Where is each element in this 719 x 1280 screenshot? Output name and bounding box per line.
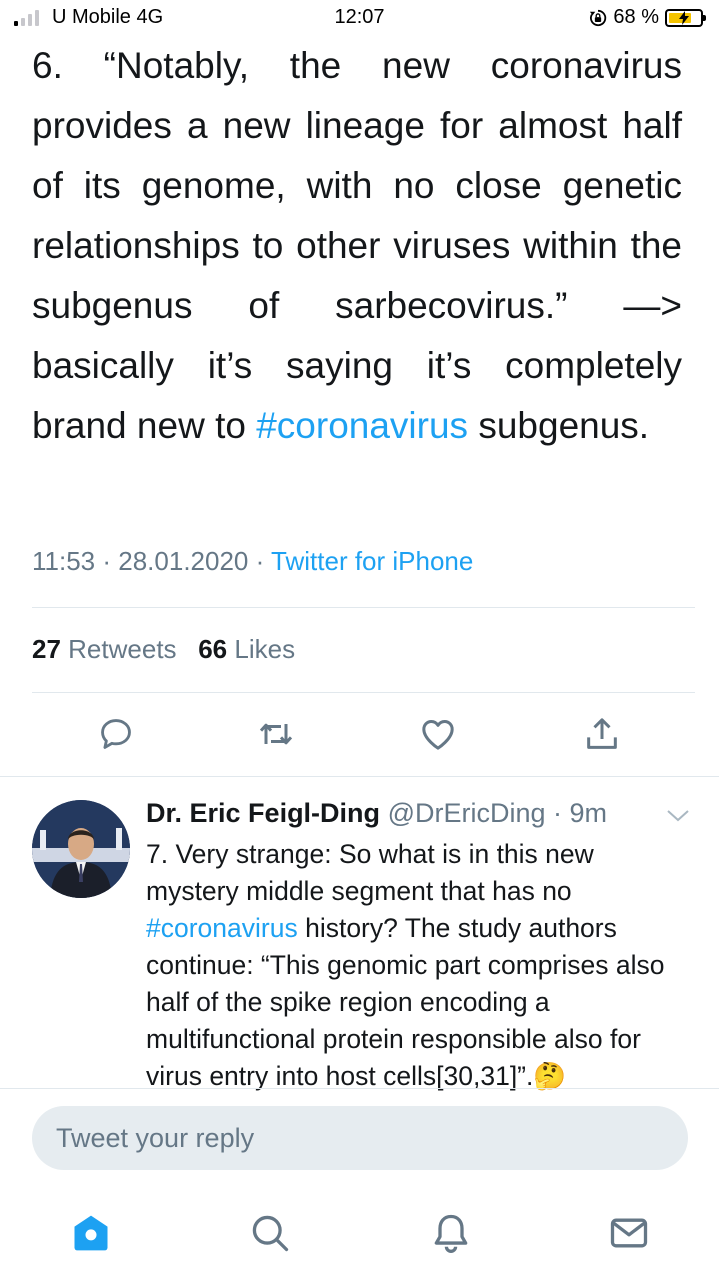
reply-compose-field[interactable] <box>32 1106 688 1170</box>
reply-header: Dr. Eric Feigl-Ding @DrEricDing · 9m <box>146 798 608 828</box>
battery-percent: 68 % <box>613 6 659 28</box>
reply-age: 9m <box>569 798 608 828</box>
tweet-stats: 27 Retweets 66 Likes <box>32 634 295 665</box>
share-button[interactable] <box>580 712 624 756</box>
thinking-face-emoji: 🤔 <box>533 1061 567 1091</box>
likes-stat[interactable]: 66 Likes <box>198 634 295 664</box>
tab-messages[interactable] <box>604 1208 654 1258</box>
retweet-button[interactable] <box>254 712 298 756</box>
hashtag-link[interactable]: #coronavirus <box>256 405 468 446</box>
notifications-icon <box>434 1214 468 1253</box>
like-button[interactable] <box>416 712 460 756</box>
author-name[interactable]: Dr. Eric Feigl-Ding <box>146 798 380 828</box>
rotation-lock-icon <box>590 9 607 26</box>
tab-home[interactable] <box>66 1208 116 1258</box>
share-icon <box>587 718 617 749</box>
tab-bar <box>0 1196 719 1280</box>
home-icon <box>74 1215 108 1251</box>
chevron-down-icon[interactable] <box>664 806 692 826</box>
tab-notifications[interactable] <box>426 1208 476 1258</box>
search-icon <box>252 1215 289 1252</box>
retweets-stat[interactable]: 27 Retweets <box>32 634 177 664</box>
hashtag-link[interactable]: #coronavirus <box>146 913 298 943</box>
tab-search[interactable] <box>245 1208 295 1258</box>
tweet-client-link[interactable]: Twitter for iPhone <box>271 546 473 576</box>
reply-button[interactable] <box>94 712 138 756</box>
like-icon <box>422 720 454 750</box>
tweet-text: 6. “Notably, the new coronavirus provide… <box>32 45 682 446</box>
avatar[interactable] <box>32 800 130 898</box>
divider <box>32 692 695 693</box>
divider <box>32 607 695 608</box>
tweet-time: 11:53 <box>32 546 96 576</box>
status-bar: U Mobile 4G 12:07 68 % <box>0 0 719 38</box>
tweet-actions <box>0 712 719 762</box>
reply-icon <box>101 719 131 749</box>
messages-icon <box>610 1218 648 1248</box>
divider <box>0 1088 719 1089</box>
tweet-date: 28.01.2020 <box>118 546 249 576</box>
reply-text: 7. Very strange: So what is in this new … <box>146 839 665 1091</box>
battery-icon <box>665 8 706 27</box>
retweet-icon <box>259 723 293 745</box>
author-handle[interactable]: @DrEricDing <box>388 798 546 828</box>
tweet-metadata: 11:53 · 28.01.2020 · Twitter for iPhone <box>32 546 474 576</box>
divider <box>0 776 719 777</box>
reply-input[interactable] <box>32 1106 688 1170</box>
